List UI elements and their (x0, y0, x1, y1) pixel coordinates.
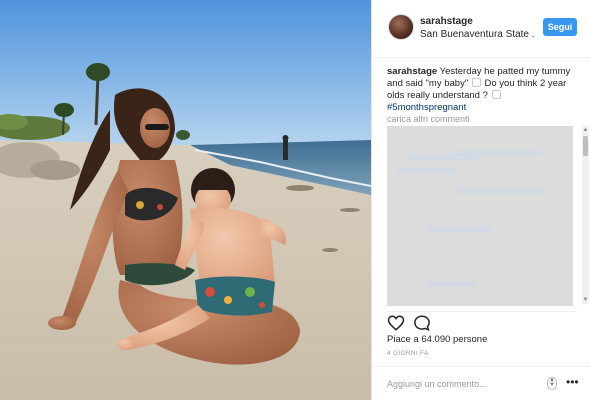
add-comment-bar: ▲▼ ••• (372, 366, 590, 400)
post-timestamp: 4 GIORNI FA (387, 350, 429, 357)
post-photo[interactable] (0, 0, 371, 400)
profile-avatar[interactable] (388, 14, 414, 40)
beach-photo-image (0, 0, 371, 400)
blurred-comment-line (427, 281, 477, 287)
comments-scrollbar[interactable]: ▲ ▼ (582, 126, 589, 304)
heart-icon[interactable] (387, 314, 405, 332)
ellipsis-icon[interactable]: ••• (566, 375, 579, 389)
emoji-icon (471, 78, 481, 87)
post-header: sarahstage San Buenaventura State ... Se… (372, 0, 590, 58)
follow-button[interactable]: Segui (543, 18, 577, 36)
load-more-comments-link[interactable]: carica altri commenti (387, 114, 470, 124)
blurred-comment-line (457, 150, 542, 156)
post-caption: sarahstage Yesterday he patted my tummy … (387, 66, 583, 114)
blurred-comment-line (427, 226, 492, 232)
post-username[interactable]: sarahstage (420, 16, 473, 27)
comment-input[interactable] (387, 377, 537, 391)
comments-list-blurred (387, 126, 573, 306)
post-details-panel: sarahstage San Buenaventura State ... Se… (371, 0, 590, 400)
emoji-icon (491, 90, 501, 99)
resize-toggle-icon[interactable]: ▲ ▼ (547, 377, 557, 390)
scroll-thumb[interactable] (583, 136, 588, 156)
likes-count[interactable]: Piace a 64.090 persone (387, 334, 487, 345)
instagram-post-window: sarahstage San Buenaventura State ... Se… (0, 0, 590, 400)
scroll-down-arrow-icon[interactable]: ▼ (582, 296, 589, 304)
scroll-up-arrow-icon[interactable]: ▲ (582, 126, 589, 134)
blurred-comment-line (457, 188, 547, 194)
blurred-comment-line (397, 168, 457, 174)
comment-bubble-icon[interactable] (413, 314, 431, 332)
caption-username[interactable]: sarahstage (387, 66, 437, 77)
caption-hashtag[interactable]: #5monthspregnant (387, 102, 466, 113)
post-actions (387, 311, 577, 332)
post-location[interactable]: San Buenaventura State ... (420, 29, 535, 40)
